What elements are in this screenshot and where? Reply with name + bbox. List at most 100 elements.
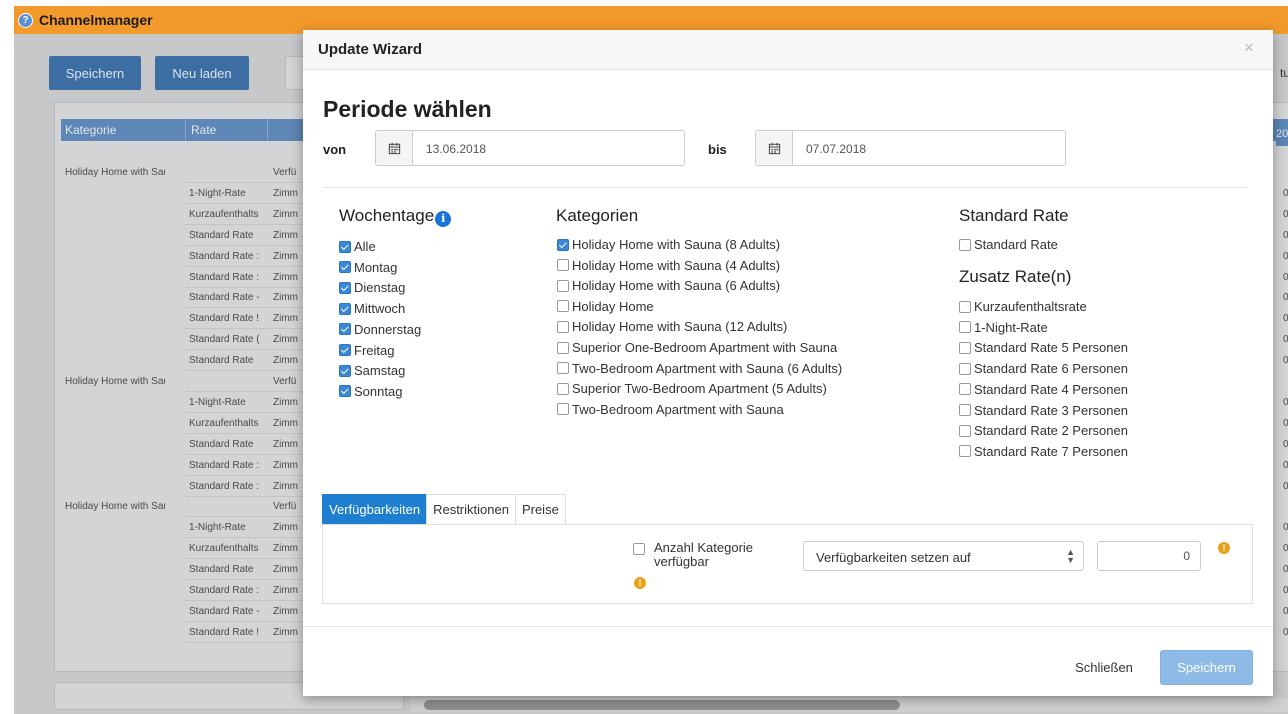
weekday-item[interactable]: Samstag <box>339 363 405 378</box>
category-item[interactable]: Two-Bedroom Apartment with Sauna <box>557 402 784 417</box>
grid-cell-unit[interactable]: Zimm <box>273 230 301 241</box>
grid-cell-value[interactable]: 0 <box>1283 543 1288 554</box>
availability-mode-select[interactable]: Verfügbarkeiten setzen auf ▲ ▼ <box>803 541 1084 571</box>
category-item[interactable]: Two-Bedroom Apartment with Sauna (6 Adul… <box>557 361 842 376</box>
grid-cell-rate[interactable]: Standard Rate <box>189 230 269 241</box>
grid-cell-value[interactable]: 0 <box>1283 606 1288 617</box>
grid-cell-value[interactable]: 0 <box>1283 397 1288 408</box>
calendar-icon[interactable] <box>376 131 413 165</box>
category-checkbox[interactable] <box>557 320 569 333</box>
grid-cell-rate[interactable]: Standard Rate : <box>189 460 269 471</box>
category-checkbox[interactable] <box>557 300 569 313</box>
grid-cell-rate[interactable]: Kurzaufenthalts <box>189 418 269 429</box>
grid-cell-category[interactable]: Holiday Home with Sau <box>65 376 165 387</box>
grid-cell-rate[interactable]: Standard Rate - <box>189 606 269 617</box>
grid-cell-value[interactable]: 0 <box>1283 292 1288 303</box>
grid-cell-value[interactable]: 0 <box>1283 334 1288 345</box>
extra-rate-checkbox[interactable] <box>959 341 971 354</box>
extra-rate-checkbox[interactable] <box>959 300 971 313</box>
grid-cell-value[interactable]: 0 <box>1283 251 1288 262</box>
category-item[interactable]: Holiday Home with Sauna (4 Adults) <box>557 258 780 273</box>
grid-cell-unit[interactable]: Zimm <box>273 606 301 617</box>
grid-cell-value[interactable]: 0 <box>1283 313 1288 324</box>
tab-verfuegbarkeiten[interactable]: Verfügbarkeiten <box>322 494 428 524</box>
grid-cell-unit[interactable]: Zimm <box>273 313 301 324</box>
grid-cell-unit[interactable]: Zimm <box>273 627 301 638</box>
grid-cell-value[interactable]: 0 <box>1283 272 1288 283</box>
grid-cell-value[interactable]: 0 <box>1283 627 1288 638</box>
weekday-item[interactable]: Montag <box>339 260 397 275</box>
grid-cell-value[interactable]: 0 <box>1283 418 1288 429</box>
app-save-button[interactable]: Speichern <box>49 56 141 90</box>
calendar-icon[interactable] <box>756 131 793 165</box>
grid-cell-unit[interactable]: Verfü <box>273 501 301 512</box>
extra-rate-checkbox[interactable] <box>959 383 971 396</box>
grid-cell-unit[interactable]: Zimm <box>273 481 301 492</box>
weekday-item[interactable]: Donnerstag <box>339 322 421 337</box>
grid-cell-value[interactable]: 0 <box>1283 522 1288 533</box>
availability-checkbox[interactable] <box>633 543 645 555</box>
extra-rate-checkbox[interactable] <box>959 445 971 458</box>
extra-rate-checkbox[interactable] <box>959 321 971 334</box>
extra-rate-item[interactable]: Standard Rate 5 Personen <box>959 340 1128 355</box>
extra-rate-item[interactable]: Standard Rate 4 Personen <box>959 382 1128 397</box>
info-warning-icon[interactable]: ! <box>634 577 646 589</box>
grid-cell-value[interactable]: 0 <box>1283 188 1288 199</box>
grid-cell-rate[interactable]: Standard Rate ! <box>189 627 269 638</box>
weekday-checkbox[interactable] <box>339 364 351 377</box>
grid-cell-unit[interactable]: Verfü <box>273 167 301 178</box>
category-item[interactable]: Holiday Home <box>557 299 654 314</box>
category-item[interactable]: Superior Two-Bedroom Apartment (5 Adults… <box>557 381 827 396</box>
help-icon[interactable]: ? <box>18 12 33 28</box>
grid-cell-unit[interactable]: Zimm <box>273 460 301 471</box>
grid-cell-unit[interactable]: Zimm <box>273 543 301 554</box>
grid-cell-unit[interactable]: Zimm <box>273 585 301 596</box>
grid-cell-category[interactable]: Holiday Home with Sau <box>65 167 165 178</box>
grid-cell-value[interactable]: 0 <box>1283 564 1288 575</box>
grid-cell-rate[interactable]: Standard Rate : <box>189 481 269 492</box>
grid-cell-rate[interactable]: Kurzaufenthalts <box>189 209 269 220</box>
grid-cell-unit[interactable]: Zimm <box>273 188 301 199</box>
info-warning-icon[interactable]: ! <box>1218 542 1230 554</box>
grid-cell-rate[interactable]: Standard Rate <box>189 355 269 366</box>
weekday-checkbox[interactable] <box>339 302 351 315</box>
close-icon[interactable]: × <box>1244 38 1254 58</box>
grid-cell-rate[interactable]: Standard Rate : <box>189 272 269 283</box>
grid-cell-rate[interactable]: Standard Rate : <box>189 585 269 596</box>
extra-rate-item[interactable]: Standard Rate 7 Personen <box>959 444 1128 459</box>
extra-rate-checkbox[interactable] <box>959 362 971 375</box>
grid-cell-rate[interactable]: Kurzaufenthalts <box>189 543 269 554</box>
grid-cell-value[interactable]: 0 <box>1283 460 1288 471</box>
category-checkbox[interactable] <box>557 238 569 251</box>
extra-rate-checkbox[interactable] <box>959 404 971 416</box>
grid-cell-unit[interactable]: Zimm <box>273 334 301 345</box>
save-button[interactable]: Speichern <box>1160 650 1253 685</box>
weekday-item[interactable]: Dienstag <box>339 280 405 295</box>
weekday-item[interactable]: Mittwoch <box>339 301 405 316</box>
grid-cell-unit[interactable]: Zimm <box>273 564 301 575</box>
grid-cell-unit[interactable]: Zimm <box>273 397 301 408</box>
category-checkbox[interactable] <box>557 279 569 292</box>
weekday-item[interactable]: Sonntag <box>339 384 402 399</box>
grid-cell-value[interactable]: 0 <box>1283 209 1288 220</box>
extra-rate-checkbox[interactable] <box>959 424 971 437</box>
grid-cell-unit[interactable]: Verfü <box>273 376 301 387</box>
grid-cell-rate[interactable]: Standard Rate <box>189 439 269 450</box>
weekday-checkbox[interactable] <box>339 281 351 294</box>
weekday-item[interactable]: Freitag <box>339 343 394 358</box>
grid-cell-unit[interactable]: Zimm <box>273 251 301 262</box>
category-item[interactable]: Holiday Home with Sauna (8 Adults) <box>557 237 780 252</box>
category-checkbox[interactable] <box>557 259 569 272</box>
grid-cell-rate[interactable]: Standard Rate ! <box>189 313 269 324</box>
category-checkbox[interactable] <box>557 382 569 395</box>
grid-cell-rate[interactable]: Standard Rate : <box>189 251 269 262</box>
app-reload-button[interactable]: Neu laden <box>155 56 249 90</box>
grid-cell-value[interactable]: 0 <box>1283 230 1288 241</box>
extra-rate-item[interactable]: Kurzaufenthaltsrate <box>959 299 1087 314</box>
weekday-checkbox[interactable] <box>339 261 351 274</box>
grid-cell-category[interactable]: Holiday Home with Sau <box>65 501 165 512</box>
grid-cell-unit[interactable]: Zimm <box>273 355 301 366</box>
tab-preise[interactable]: Preise <box>514 494 566 524</box>
app-toolbar-control[interactable] <box>285 56 305 90</box>
extra-rate-item[interactable]: Standard Rate 6 Personen <box>959 361 1128 376</box>
